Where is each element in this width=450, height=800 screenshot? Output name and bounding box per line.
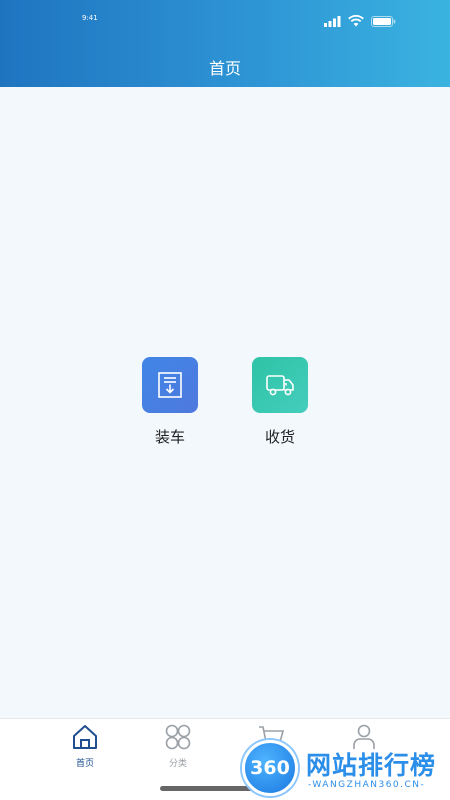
receive-goods-tile[interactable]: 收货 bbox=[252, 357, 308, 447]
watermark-badge: 360 bbox=[242, 740, 298, 796]
load-tile-label: 装车 bbox=[154, 428, 185, 446]
page-title: 首页 bbox=[208, 59, 241, 78]
home-icon bbox=[73, 725, 97, 749]
battery-icon bbox=[371, 15, 396, 27]
status-time: 9:41 bbox=[82, 14, 98, 22]
watermark-text: 网站排行榜 bbox=[306, 751, 437, 780]
app-header: 9:41 首页 bbox=[0, 0, 450, 87]
main-content: 装车 收货 bbox=[0, 87, 450, 718]
tab-category[interactable]: 分类 bbox=[153, 723, 203, 769]
signal-icon bbox=[324, 15, 341, 27]
load-truck-tile[interactable]: 装车 bbox=[142, 357, 198, 447]
watermark: 360 网站排行榜 -WANGZHAN360.CN- bbox=[236, 738, 450, 800]
tab-home[interactable]: 首页 bbox=[60, 723, 110, 769]
grid-icon bbox=[165, 724, 191, 750]
tab-category-label: 分类 bbox=[168, 759, 187, 769]
truck-icon bbox=[266, 375, 294, 396]
watermark-subtext: -WANGZHAN360.CN- bbox=[308, 780, 426, 790]
wifi-icon bbox=[348, 15, 364, 27]
receive-tile-icon-box[interactable] bbox=[252, 357, 308, 413]
status-icons bbox=[324, 15, 396, 27]
receive-tile-label: 收货 bbox=[264, 428, 295, 446]
download-box-icon bbox=[158, 372, 182, 398]
load-tile-icon-box[interactable] bbox=[142, 357, 198, 413]
tab-home-label: 首页 bbox=[75, 759, 94, 769]
